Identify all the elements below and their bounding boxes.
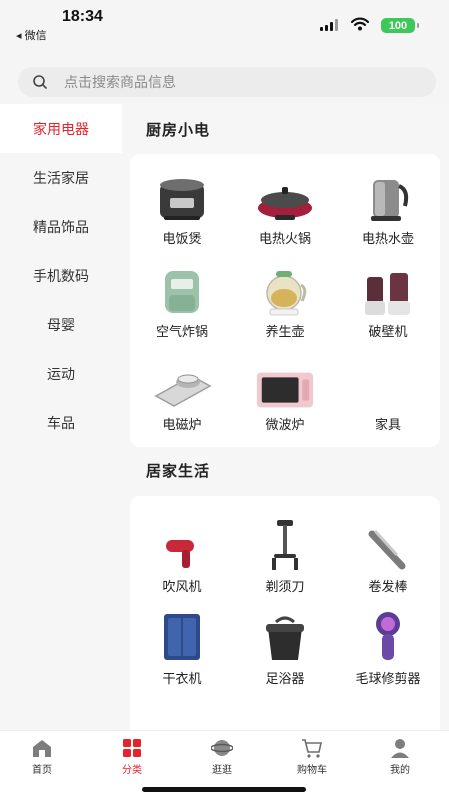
rice-cooker-icon <box>152 170 212 224</box>
air-fryer-icon <box>152 263 212 317</box>
kitchen-card: 电饭煲 电热火锅 电热水壶 空气炸锅 养生壶 破壁机 电磁炉 微波炉 家具 <box>130 154 440 447</box>
product-name: 足浴器 <box>265 671 305 686</box>
product-partial-1[interactable] <box>132 696 232 730</box>
product-name: 家具 <box>374 417 401 432</box>
status-time: 18:34 <box>62 8 103 25</box>
search-icon <box>33 75 47 89</box>
product-name: 破壁机 <box>368 324 408 339</box>
sidebar-item-home-living[interactable]: 生活家居 <box>0 153 122 202</box>
tab-category[interactable]: 分类 <box>97 735 167 779</box>
product-name: 空气炸锅 <box>155 324 208 339</box>
sidebar-item-accessories[interactable]: 精品饰品 <box>0 202 122 251</box>
razor-icon <box>255 518 315 572</box>
product-name: 电磁炉 <box>162 417 202 432</box>
product-name: 电热水壶 <box>361 231 414 246</box>
tab-profile-label: 我的 <box>390 765 410 776</box>
battery-level: 100 <box>388 19 408 32</box>
tab-profile[interactable]: 我的 <box>365 735 435 779</box>
microwave-icon <box>255 356 315 410</box>
product-hair-dryer[interactable]: 吹风机 <box>132 508 232 600</box>
sidebar-item-sports[interactable]: 运动 <box>0 349 122 398</box>
product-lint-remover[interactable]: 毛球修剪器 <box>338 600 438 692</box>
sidebar-item-home-appliances[interactable]: 家用电器 <box>0 104 122 153</box>
blender-icon <box>358 263 418 317</box>
battery-icon: 100 <box>381 18 419 33</box>
product-hot-pot[interactable]: 电热火锅 <box>235 160 335 252</box>
product-name: 电热火锅 <box>258 231 311 246</box>
tab-cart[interactable]: 购物车 <box>277 735 347 779</box>
clothes-dryer-icon <box>152 610 212 664</box>
search-placeholder: 点击搜索商品信息 <box>64 74 176 90</box>
product-induction-cooker[interactable]: 电磁炉 <box>132 346 232 438</box>
home-living-card: 吹风机 剃须刀 卷发棒 干衣机 足浴器 毛球修剪器 <box>130 496 440 730</box>
product-name: 电饭煲 <box>162 231 202 246</box>
sidebar-item-car[interactable]: 车品 <box>0 398 122 447</box>
food-tray-icon <box>255 706 315 730</box>
product-name: 毛球修剪器 <box>355 671 421 686</box>
product-name: 微波炉 <box>265 417 305 432</box>
product-grid-area: 厨房小电 电饭煲 电热火锅 电热水壶 空气炸锅 养生壶 破壁机 电磁炉 微波炉 … <box>122 104 449 730</box>
product-name: 干衣机 <box>162 671 202 686</box>
tab-explore-label: 逛逛 <box>212 765 232 776</box>
product-clothes-dryer[interactable]: 干衣机 <box>132 600 232 692</box>
section-title-home-living: 居家生活 <box>146 463 211 480</box>
sidebar-item-baby[interactable]: 母婴 <box>0 300 122 349</box>
hair-dryer-icon <box>152 518 212 572</box>
tab-cart-label: 购物车 <box>297 765 327 776</box>
back-to-wechat-link[interactable]: ◂ 微信 <box>16 27 47 43</box>
product-blender[interactable]: 破壁机 <box>338 253 438 345</box>
health-pot-icon <box>255 263 315 317</box>
product-microwave[interactable]: 微波炉 <box>235 346 335 438</box>
sidebar-item-digital[interactable]: 手机数码 <box>0 251 122 300</box>
product-rice-cooker[interactable]: 电饭煲 <box>132 160 232 252</box>
kettle-icon <box>358 170 418 224</box>
cart-icon <box>302 739 322 758</box>
foot-bath-icon <box>255 610 315 664</box>
explore-icon <box>211 740 233 756</box>
product-name: 吹风机 <box>162 579 202 594</box>
product-partial-2[interactable] <box>235 696 335 730</box>
tab-category-label: 分类 <box>122 765 142 776</box>
search-area: 点击搜索商品信息 <box>0 56 449 104</box>
tab-home[interactable]: 首页 <box>7 735 77 779</box>
section-title-kitchen: 厨房小电 <box>146 122 211 139</box>
product-name: 卷发棒 <box>368 579 408 594</box>
product-razor[interactable]: 剃须刀 <box>235 508 335 600</box>
lint-remover-icon <box>358 610 418 664</box>
home-indicator <box>142 787 306 792</box>
home-icon <box>33 740 51 757</box>
category-icon <box>123 739 141 757</box>
product-curling-iron[interactable]: 卷发棒 <box>338 508 438 600</box>
induction-cooker-icon <box>152 356 212 410</box>
hot-pot-icon <box>255 170 315 224</box>
category-sidebar: 家用电器 生活家居 精品饰品 手机数码 母婴 运动 车品 <box>0 104 122 730</box>
search-input[interactable]: 点击搜索商品信息 <box>18 67 436 97</box>
product-health-pot[interactable]: 养生壶 <box>235 253 335 345</box>
product-foot-bath[interactable]: 足浴器 <box>235 600 335 692</box>
profile-icon <box>391 739 409 758</box>
product-kettle[interactable]: 电热水壶 <box>338 160 438 252</box>
product-air-fryer[interactable]: 空气炸锅 <box>132 253 232 345</box>
product-furniture[interactable]: 家具 <box>338 346 438 438</box>
tray-icon <box>152 706 212 730</box>
tab-explore[interactable]: 逛逛 <box>187 735 257 779</box>
status-bar: 18:34 ◂ 微信 100 <box>0 0 449 56</box>
curling-iron-icon <box>358 518 418 572</box>
tab-home-label: 首页 <box>32 765 52 776</box>
wifi-icon <box>350 17 370 31</box>
product-name: 养生壶 <box>265 324 305 339</box>
signal-icon <box>320 19 338 31</box>
product-name: 剃须刀 <box>265 579 305 594</box>
